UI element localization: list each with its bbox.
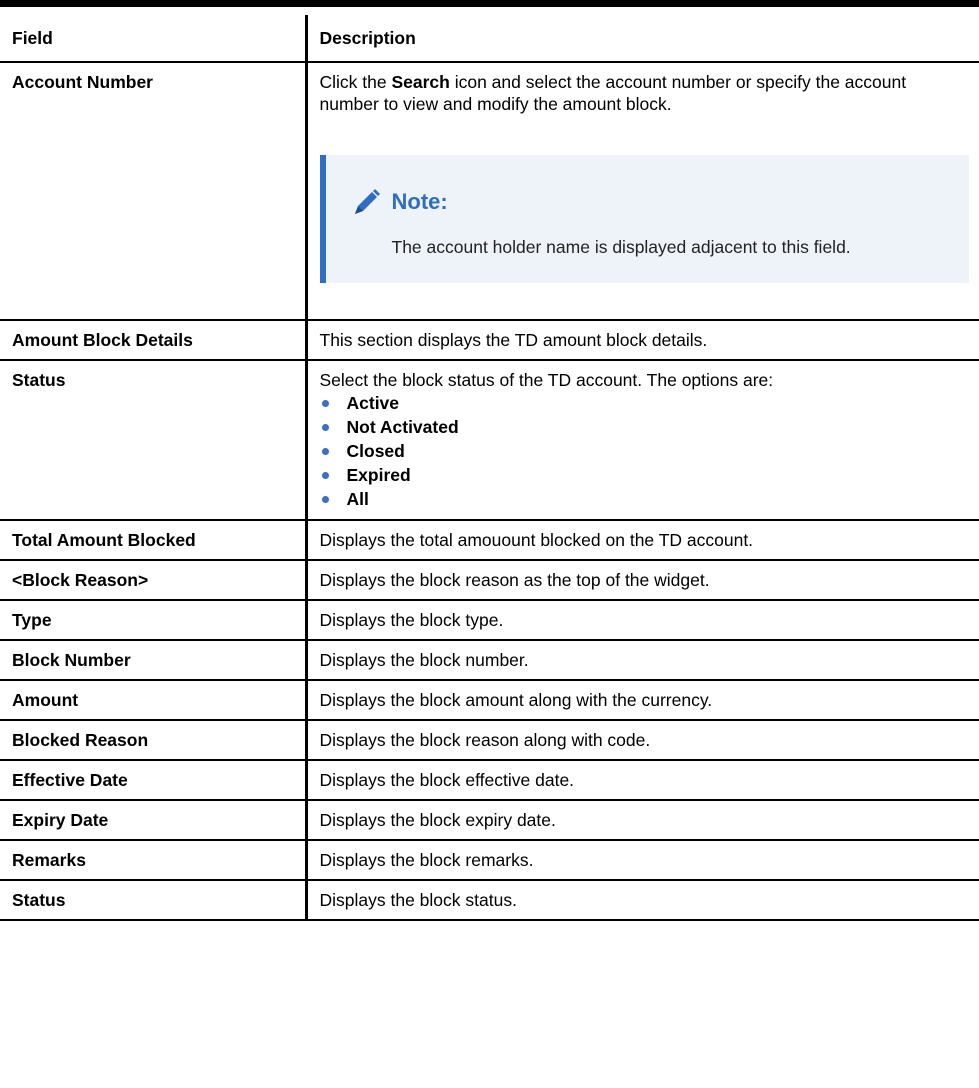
note-title: Note: (391, 189, 448, 214)
table-row: Status Displays the block status. (0, 879, 979, 921)
note-box: Note: The account holder name is display… (319, 155, 969, 283)
table-row-account-number: Account Number Click the Search icon and… (0, 61, 979, 321)
field-description: This section displays the TD amount bloc… (305, 319, 979, 361)
table-row: <Block Reason> Displays the block reason… (0, 559, 979, 601)
table-row: Total Amount Blocked Displays the total … (0, 519, 979, 561)
option-label: Expired (346, 465, 411, 485)
column-header-description: Description (305, 15, 979, 63)
table-row: Type Displays the block type. (0, 599, 979, 641)
list-item: All (320, 487, 970, 511)
bullet-icon (321, 471, 329, 479)
bullet-icon (321, 423, 329, 431)
table-row-amount-block-details: Amount Block Details This section displa… (0, 319, 979, 361)
bullet-icon (321, 495, 329, 503)
list-item: Expired (320, 463, 970, 487)
option-label: Active (346, 393, 400, 413)
field-description: Select the block status of the TD accoun… (305, 359, 979, 521)
field-description: Displays the total amouount blocked on t… (305, 519, 979, 561)
field-name: Status (0, 879, 308, 921)
table-row: Blocked Reason Displays the block reason… (0, 719, 979, 761)
table-row: Expiry Date Displays the block expiry da… (0, 799, 979, 841)
field-description: Displays the block amount along with the… (305, 679, 979, 721)
account-number-description: Click the Search icon and select the acc… (320, 71, 970, 115)
field-name: Expiry Date (0, 799, 308, 841)
field-name: Total Amount Blocked (0, 519, 308, 561)
table-row: Effective Date Displays the block effect… (0, 759, 979, 801)
field-name: Remarks (0, 839, 308, 881)
field-name: Type (0, 599, 308, 641)
field-description-table: Field Description Account Number Click t… (0, 15, 979, 921)
field-name: <Block Reason> (0, 559, 308, 601)
pencil-icon (352, 187, 382, 217)
field-name: Amount Block Details (0, 319, 308, 361)
table-row: Block Number Displays the block number. (0, 639, 979, 681)
field-name: Account Number (0, 61, 308, 321)
bullet-icon (321, 399, 329, 407)
field-description: Displays the block number. (305, 639, 979, 681)
field-description: Displays the block reason as the top of … (305, 559, 979, 601)
note-text: The account holder name is displayed adj… (391, 237, 851, 257)
field-description: Displays the block reason along with cod… (305, 719, 979, 761)
option-label: Not Activated (346, 417, 459, 437)
column-header-field: Field (0, 15, 308, 63)
field-description: Displays the block effective date. (305, 759, 979, 801)
top-rule (0, 0, 979, 7)
table-row-status-options: Status Select the block status of the TD… (0, 359, 979, 521)
desc-text-pre: Click the (319, 72, 392, 92)
field-name: Block Number (0, 639, 308, 681)
field-description: Displays the block type. (305, 599, 979, 641)
field-name: Status (0, 359, 308, 521)
table-header-row: Field Description (0, 15, 979, 63)
list-item: Not Activated (320, 415, 970, 439)
field-name: Effective Date (0, 759, 308, 801)
table-row: Amount Displays the block amount along w… (0, 679, 979, 721)
status-options-list: Active Not Activated Closed Expired All (320, 391, 970, 511)
field-name: Amount (0, 679, 308, 721)
status-description: Select the block status of the TD accoun… (319, 370, 774, 390)
bullet-icon (321, 447, 329, 455)
field-description: Displays the block expiry date. (305, 799, 979, 841)
field-description: Displays the block status. (305, 879, 979, 921)
table-row: Remarks Displays the block remarks. (0, 839, 979, 881)
field-description: Click the Search icon and select the acc… (305, 61, 979, 321)
field-name: Blocked Reason (0, 719, 308, 761)
option-label: All (346, 489, 369, 509)
search-keyword: Search (391, 72, 450, 92)
field-description: Displays the block remarks. (305, 839, 979, 881)
list-item: Active (320, 391, 970, 415)
option-label: Closed (346, 441, 405, 461)
note-header: Note: (352, 187, 950, 217)
list-item: Closed (320, 439, 970, 463)
